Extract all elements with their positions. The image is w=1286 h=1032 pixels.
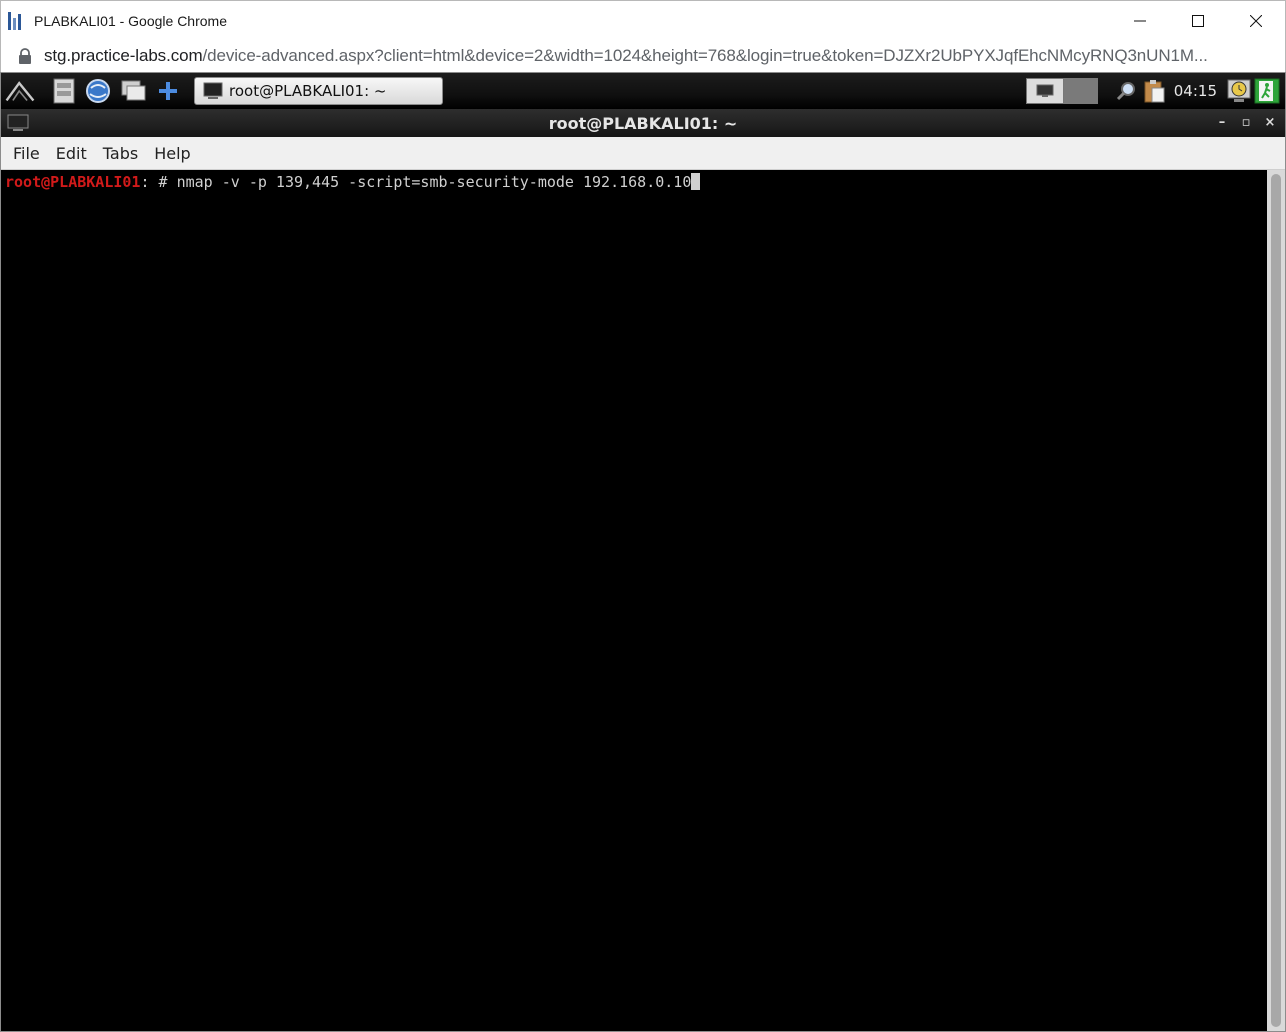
terminal-menubar: File Edit Tabs Help xyxy=(1,137,1285,170)
command-text: nmap -v -p 139,445 -script=smb-security-… xyxy=(176,173,692,191)
browser-window-title: PLABKALI01 - Google Chrome xyxy=(34,12,227,29)
clipboard-icon[interactable] xyxy=(1140,77,1168,105)
prompt-user: root@PLABKALI01 xyxy=(5,173,141,191)
browser-titlebar: PLABKALI01 - Google Chrome xyxy=(0,0,1286,40)
panel-clock: 04:15 xyxy=(1173,82,1217,100)
logout-icon[interactable] xyxy=(1253,77,1281,105)
scrollbar-thumb[interactable] xyxy=(1271,174,1281,1027)
terminal-window-title: root@PLABKALI01: ~ xyxy=(548,113,738,133)
taskbar-terminal-button[interactable]: root@PLABKALI01: ~ xyxy=(194,77,443,105)
maximize-icon xyxy=(1192,15,1204,27)
terminal-icon xyxy=(203,82,223,99)
menu-tabs[interactable]: Tabs xyxy=(95,144,146,163)
menu-edit[interactable]: Edit xyxy=(48,144,95,163)
lock-icon xyxy=(19,48,31,64)
prompt-suffix: : # xyxy=(140,173,177,191)
kali-menu-icon[interactable] xyxy=(5,76,35,106)
text-cursor xyxy=(691,173,701,190)
terminal-maximize-icon[interactable]: ▫ xyxy=(1239,114,1253,130)
url-text[interactable]: stg.practice-labs.com/device-advanced.as… xyxy=(44,46,1274,66)
search-icon[interactable] xyxy=(1112,77,1140,105)
workspace-1-button[interactable] xyxy=(1025,78,1064,104)
close-icon xyxy=(1250,15,1262,27)
terminal-minimize-icon[interactable]: – xyxy=(1215,114,1229,130)
terminal-window-icon[interactable] xyxy=(7,114,29,132)
file-manager-icon[interactable] xyxy=(49,76,79,106)
minimize-icon xyxy=(1134,20,1146,22)
maximize-button[interactable] xyxy=(1169,1,1227,41)
menu-help[interactable]: Help xyxy=(146,144,198,163)
terminal-titlebar[interactable]: root@PLABKALI01: ~ – ▫ × xyxy=(1,109,1285,137)
alarm-clock-icon[interactable] xyxy=(1225,77,1253,105)
show-desktop-icon[interactable] xyxy=(119,76,149,106)
terminal-output[interactable]: root@PLABKALI01: # nmap -v -p 139,445 -s… xyxy=(1,170,1267,1031)
terminal-scrollbar[interactable] xyxy=(1267,170,1285,1031)
terminal-command-line: root@PLABKALI01: # nmap -v -p 139,445 -s… xyxy=(5,173,1267,191)
practice-labs-icon xyxy=(8,11,24,30)
web-browser-icon[interactable] xyxy=(83,76,113,106)
desktop-panel: root@PLABKALI01: ~ 04:15 xyxy=(1,73,1285,109)
monitor-icon xyxy=(1036,84,1054,97)
terminal-close-icon[interactable]: × xyxy=(1263,114,1277,130)
add-icon[interactable] xyxy=(153,76,183,106)
close-button[interactable] xyxy=(1227,1,1285,41)
menu-file[interactable]: File xyxy=(5,144,48,163)
taskbar-terminal-label: root@PLABKALI01: ~ xyxy=(229,82,387,100)
address-bar[interactable]: stg.practice-labs.com/device-advanced.as… xyxy=(0,40,1286,72)
minimize-button[interactable] xyxy=(1111,1,1169,41)
workspace-2-button[interactable] xyxy=(1063,78,1098,104)
remote-desktop[interactable]: root@PLABKALI01: ~ 04:15 root@PLABKALI01… xyxy=(0,72,1286,1032)
